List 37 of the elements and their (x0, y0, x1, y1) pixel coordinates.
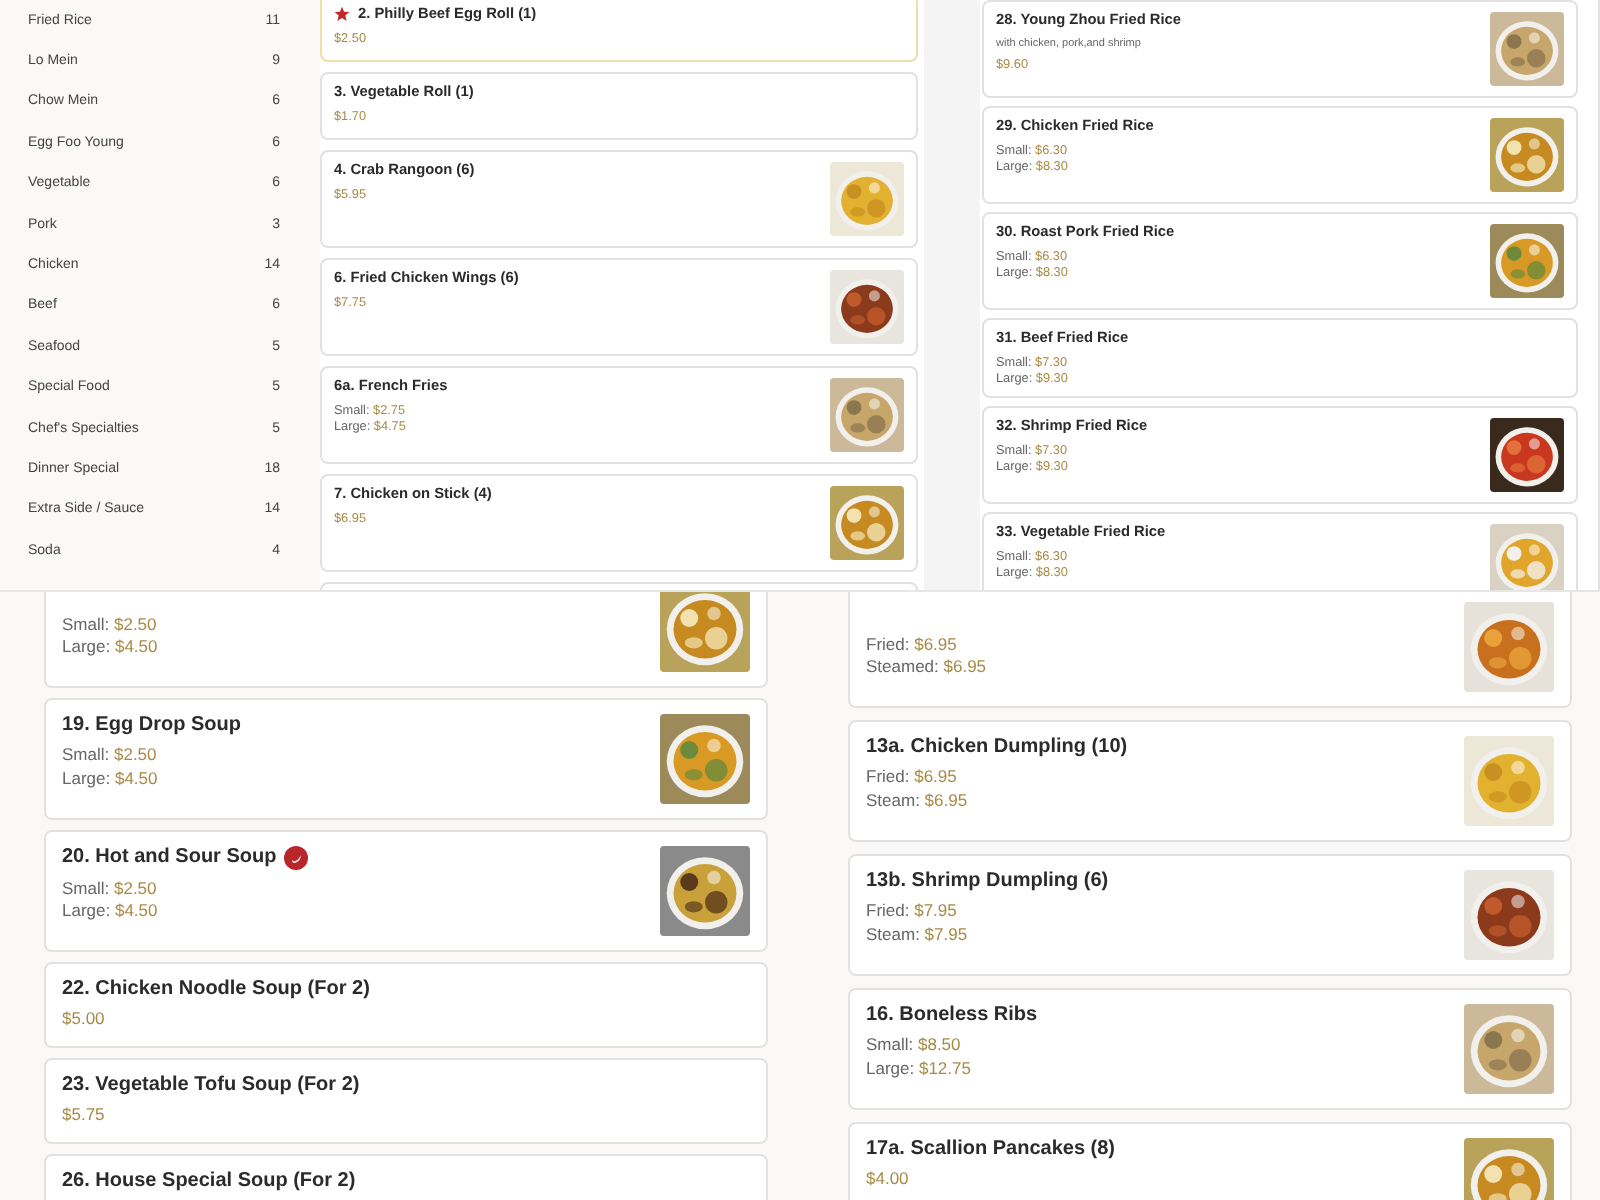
item-price: Large: $12.75 (866, 1059, 973, 1080)
menu-item-card[interactable]: 13a. Chicken Dumpling (10) Fried: $6.95 Steam: $6.95 (848, 719, 1572, 842)
item-title: 17a. Scallion Pancakes (8) (866, 1137, 1116, 1161)
item-price: Fried: $7.95 (866, 902, 959, 922)
menu-item-card[interactable]: Fried: $6.95 Steamed: $6.95 (848, 591, 1572, 708)
item-price: Small: $2.50 (62, 746, 159, 766)
menu-item-card[interactable]: 17a. Scallion Pancakes (8) $4.00 (848, 1121, 1572, 1200)
item-title: 19. Egg Drop Soup (62, 713, 241, 737)
item-title: 23. Vegetable Tofu Soup (For 2) (62, 1073, 360, 1097)
menu-item-card[interactable]: 26. House Special Soup (For 2) (44, 1153, 768, 1200)
item-price: Large: $4.50 (62, 769, 160, 790)
menu-item-card[interactable]: 16. Boneless Ribs Small: $8.50 Large: $12.75 (848, 987, 1572, 1110)
menu-item-card[interactable]: 19. Egg Drop Soup Small: $2.50 Large: $4.50 (44, 697, 768, 820)
item-title: 13b. Shrimp Dumpling (6) (866, 869, 1109, 893)
item-price: $5.00 (62, 1010, 107, 1030)
menu-item-card[interactable]: 22. Chicken Noodle Soup (For 2) $5.00 (44, 961, 768, 1048)
item-price: Small: $2.50 (62, 879, 159, 899)
item-price: Steam: $7.95 (866, 925, 970, 946)
item-price: $5.75 (62, 1106, 107, 1126)
menu-item-card[interactable]: 23. Vegetable Tofu Soup (For 2) $5.75 (44, 1057, 768, 1144)
menu-item-card[interactable]: Small: $2.50 Large: $4.50 (44, 591, 768, 688)
item-price: Large: $4.50 (62, 638, 158, 659)
item-price: Steam: $6.95 (866, 791, 970, 812)
item-title: 13a. Chicken Dumpling (10) (866, 735, 1128, 759)
item-price: $4.00 (866, 1170, 911, 1190)
item-title: 16. Boneless Ribs (866, 1003, 1038, 1027)
menu-item-card[interactable]: 20. Hot and Sour Soup Small: $2.50 Large: $4.50 (44, 829, 768, 952)
item-price: Large: $4.50 (62, 902, 160, 923)
menu-item-card[interactable]: 13b. Shrimp Dumpling (6) Fried: $7.95 Steam: $7.95 (848, 853, 1572, 976)
item-price: Steamed: $6.95 (866, 658, 987, 679)
item-price: Small: $8.50 (866, 1036, 963, 1056)
item-price: Small: $2.50 (62, 615, 158, 635)
item-title: 20. Hot and Sour Soup (62, 845, 277, 869)
item-title: 22. Chicken Noodle Soup (For 2) (62, 977, 370, 1001)
item-price: Fried: $6.95 (866, 635, 959, 655)
item-title: 26. House Special Soup (For 2) (62, 1169, 356, 1193)
item-price: Fried: $6.95 (866, 768, 959, 788)
